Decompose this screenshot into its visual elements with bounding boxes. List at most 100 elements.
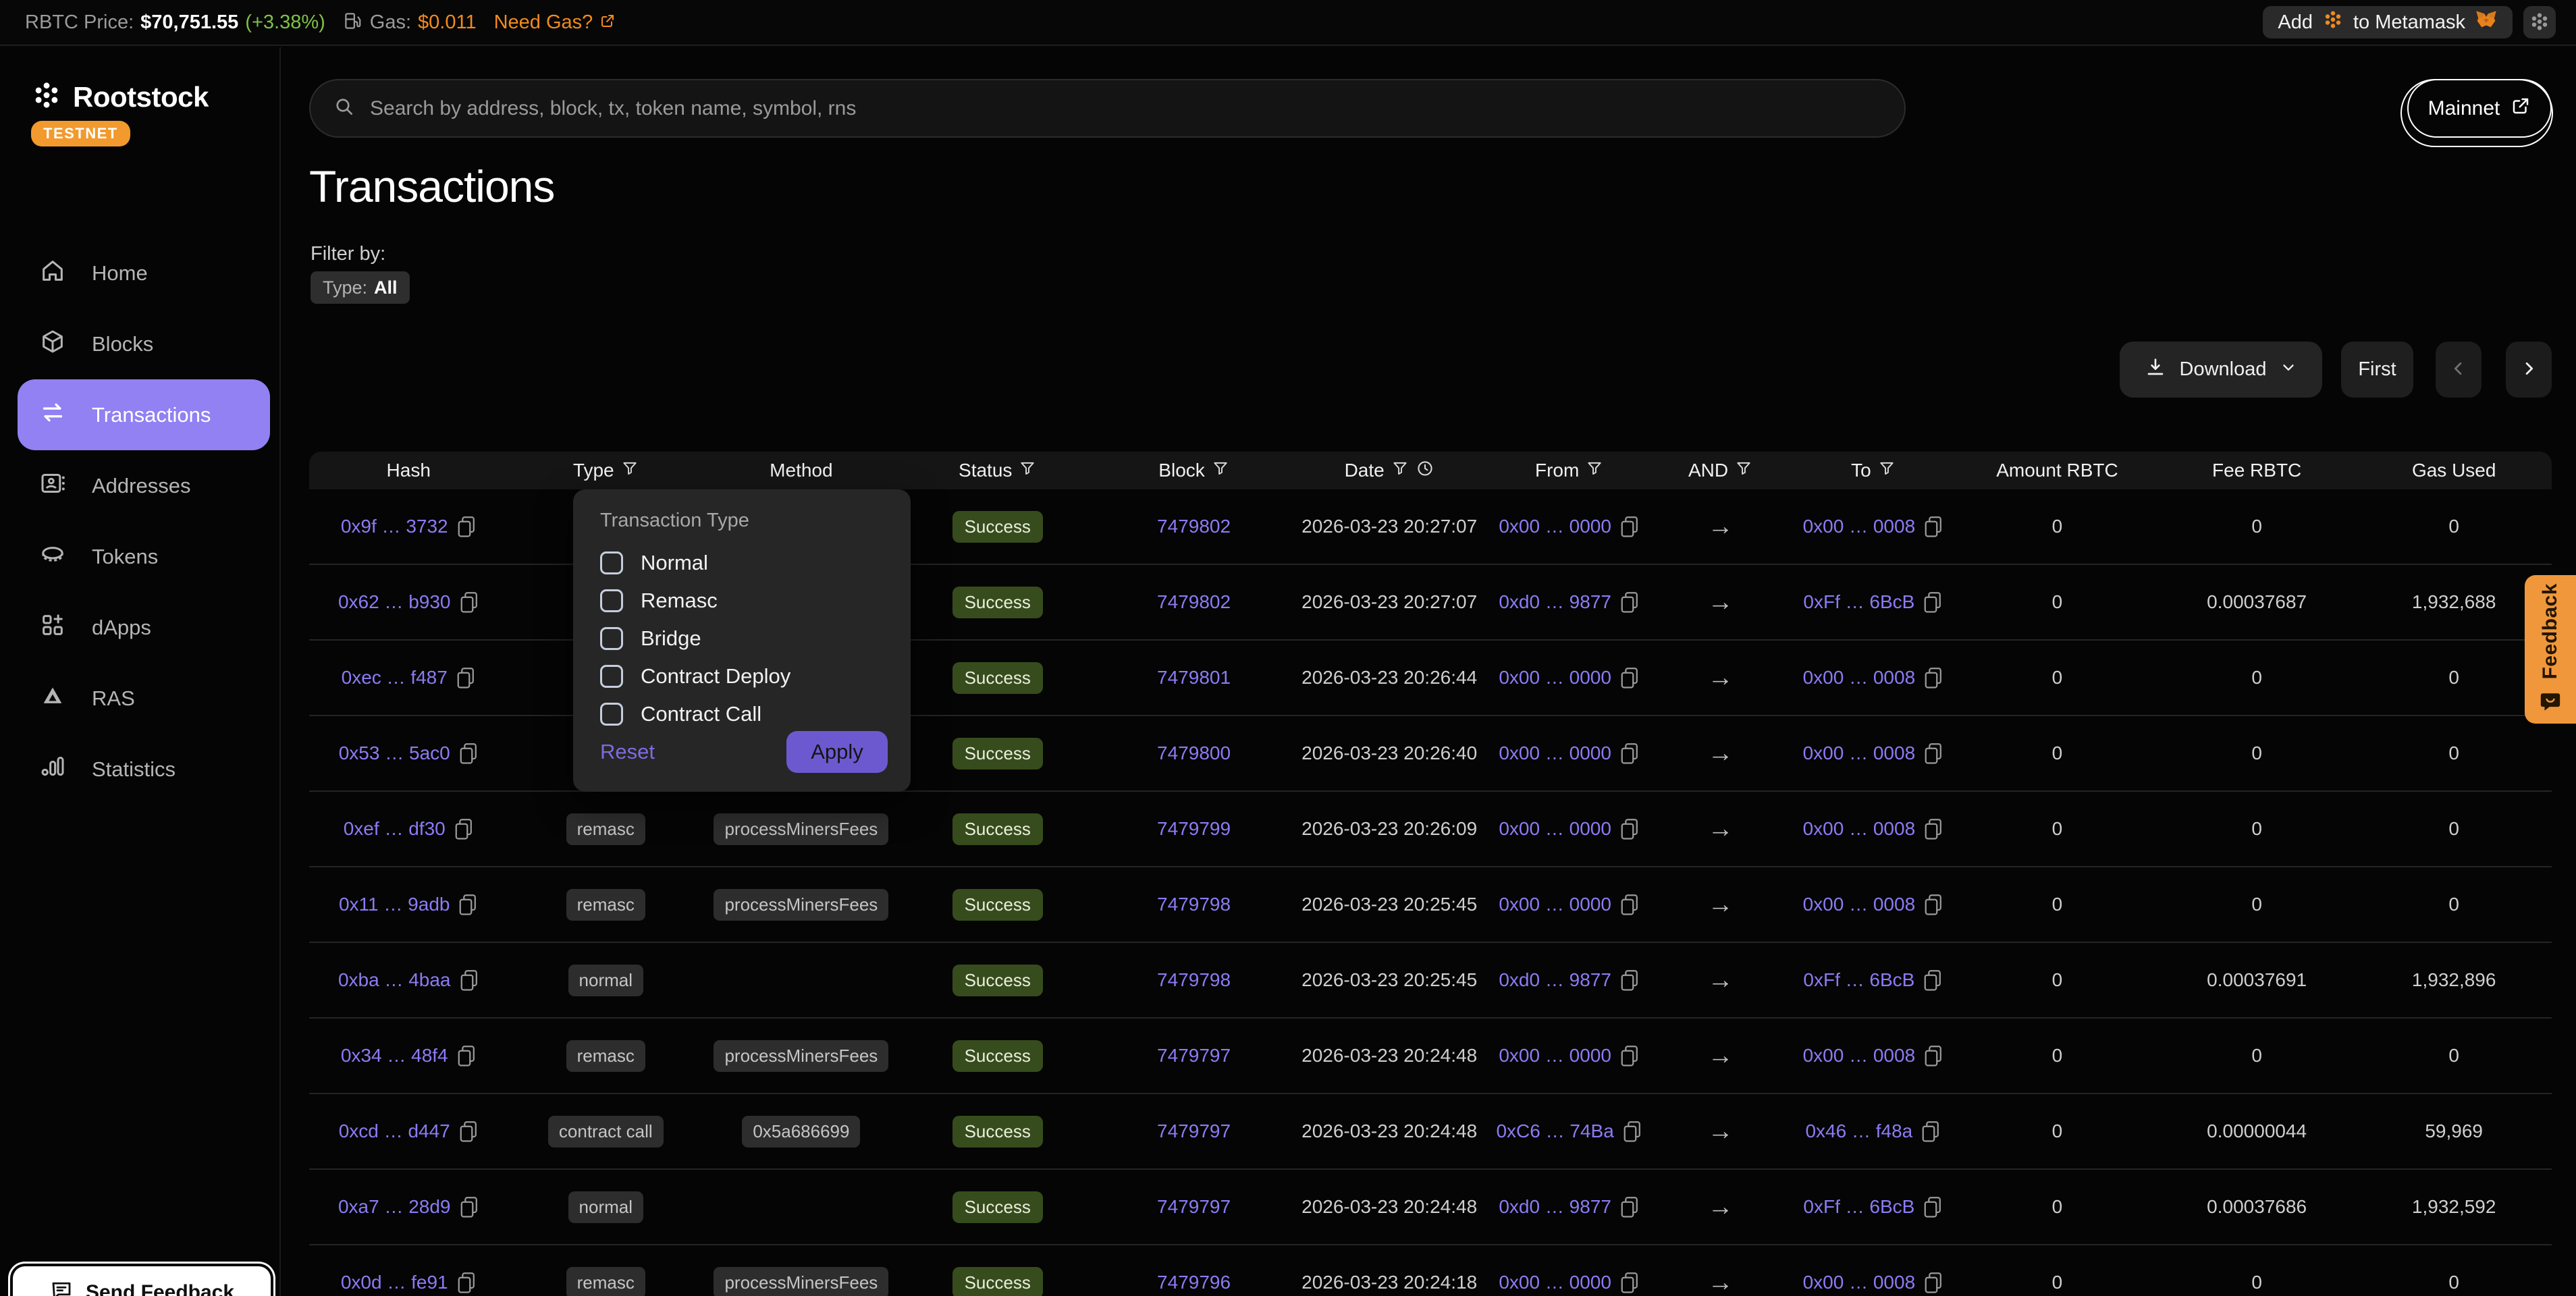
- copy-icon[interactable]: [1619, 667, 1640, 689]
- to-address-link[interactable]: 0xFf … 6BcB: [1803, 1196, 1914, 1218]
- sidebar-item-home[interactable]: Home: [0, 238, 281, 308]
- tx-hash-link[interactable]: 0x34 … 48f4: [341, 1045, 448, 1066]
- block-link[interactable]: 7479796: [1157, 1272, 1231, 1293]
- download-button[interactable]: Download: [2120, 342, 2322, 398]
- filter-option-remasc[interactable]: Remasc: [600, 582, 884, 620]
- from-address-link[interactable]: 0x00 … 0000: [1499, 516, 1611, 537]
- block-link[interactable]: 7479802: [1157, 516, 1231, 537]
- tx-hash-link[interactable]: 0xef … df30: [344, 818, 446, 840]
- block-link[interactable]: 7479799: [1157, 818, 1231, 840]
- filter-funnel-icon[interactable]: [1735, 460, 1752, 482]
- tx-hash-link[interactable]: 0x9f … 3732: [341, 516, 448, 537]
- add-to-metamask-button[interactable]: Add to Metamask: [2263, 6, 2513, 38]
- sidebar-item-dapps[interactable]: dApps: [0, 592, 281, 663]
- column-header-to[interactable]: To: [1790, 460, 1957, 482]
- clock-icon[interactable]: [1416, 459, 1434, 483]
- need-gas-link[interactable]: Need Gas?: [494, 11, 616, 34]
- filter-funnel-icon[interactable]: [1586, 460, 1603, 482]
- prev-page-button[interactable]: [2436, 342, 2481, 398]
- copy-icon[interactable]: [1923, 742, 1943, 765]
- copy-icon[interactable]: [1923, 1045, 1943, 1067]
- block-link[interactable]: 7479798: [1157, 969, 1231, 991]
- tx-hash-link[interactable]: 0x62 … b930: [338, 591, 451, 613]
- rootstock-widget-button[interactable]: [2523, 6, 2556, 38]
- copy-icon[interactable]: [1619, 742, 1640, 765]
- from-address-link[interactable]: 0xC6 … 74Ba: [1496, 1120, 1613, 1142]
- copy-icon[interactable]: [1619, 1196, 1640, 1218]
- from-address-link[interactable]: 0xd0 … 9877: [1499, 591, 1611, 613]
- copy-icon[interactable]: [1923, 591, 1943, 614]
- tx-hash-link[interactable]: 0x11 … 9adb: [339, 894, 450, 915]
- mainnet-switch-button[interactable]: Mainnet: [2407, 79, 2552, 138]
- block-link[interactable]: 7479798: [1157, 894, 1231, 915]
- first-page-button[interactable]: First: [2341, 342, 2413, 398]
- to-address-link[interactable]: 0x00 … 0008: [1803, 1272, 1916, 1293]
- from-address-link[interactable]: 0xd0 … 9877: [1499, 969, 1611, 991]
- sidebar-item-addresses[interactable]: Addresses: [0, 450, 281, 521]
- copy-icon[interactable]: [1923, 818, 1943, 840]
- sidebar-item-transactions[interactable]: Transactions: [0, 379, 281, 450]
- search-input[interactable]: [370, 97, 1881, 120]
- apply-button[interactable]: Apply: [786, 731, 888, 773]
- copy-icon[interactable]: [456, 1272, 477, 1294]
- column-header-block[interactable]: Block: [1096, 460, 1292, 482]
- copy-icon[interactable]: [456, 1045, 477, 1067]
- filter-funnel-icon[interactable]: [621, 460, 639, 482]
- checkbox-unchecked[interactable]: [600, 665, 623, 688]
- from-address-link[interactable]: 0xd0 … 9877: [1499, 1196, 1611, 1218]
- next-page-button[interactable]: [2506, 342, 2552, 398]
- column-header-and[interactable]: AND: [1651, 460, 1789, 482]
- sidebar-item-ras[interactable]: RAS: [0, 663, 281, 734]
- block-link[interactable]: 7479802: [1157, 591, 1231, 613]
- copy-icon[interactable]: [1923, 667, 1943, 689]
- brand[interactable]: Rootstock: [0, 47, 279, 114]
- copy-icon[interactable]: [459, 969, 479, 992]
- copy-icon[interactable]: [1921, 1120, 1941, 1143]
- from-address-link[interactable]: 0x00 … 0000: [1499, 818, 1611, 840]
- to-address-link[interactable]: 0x00 … 0008: [1803, 516, 1916, 537]
- filter-option-contract-call[interactable]: Contract Call: [600, 695, 884, 733]
- copy-icon[interactable]: [458, 742, 479, 765]
- from-address-link[interactable]: 0x00 … 0000: [1499, 894, 1611, 915]
- to-address-link[interactable]: 0xFf … 6BcB: [1803, 591, 1914, 613]
- checkbox-unchecked[interactable]: [600, 551, 623, 574]
- filter-funnel-icon[interactable]: [1212, 460, 1229, 482]
- copy-icon[interactable]: [1619, 969, 1640, 992]
- from-address-link[interactable]: 0x00 … 0000: [1499, 742, 1611, 764]
- copy-icon[interactable]: [1622, 1120, 1642, 1143]
- checkbox-unchecked[interactable]: [600, 627, 623, 650]
- copy-icon[interactable]: [456, 667, 476, 689]
- to-address-link[interactable]: 0x46 … f48a: [1805, 1120, 1912, 1142]
- filter-funnel-icon[interactable]: [1878, 460, 1896, 482]
- filter-option-bridge[interactable]: Bridge: [600, 620, 884, 657]
- copy-icon[interactable]: [458, 1120, 479, 1143]
- copy-icon[interactable]: [1619, 591, 1640, 614]
- copy-icon[interactable]: [1619, 516, 1640, 538]
- copy-icon[interactable]: [1619, 1045, 1640, 1067]
- sidebar-item-statistics[interactable]: Statistics: [0, 734, 281, 805]
- sidebar-item-tokens[interactable]: Tokens: [0, 521, 281, 592]
- type-filter-chip[interactable]: Type: All: [311, 271, 410, 304]
- column-header-type[interactable]: Type: [508, 460, 703, 482]
- filter-option-normal[interactable]: Normal: [600, 544, 884, 582]
- copy-icon[interactable]: [454, 818, 474, 840]
- column-header-status[interactable]: Status: [899, 460, 1096, 482]
- to-address-link[interactable]: 0x00 … 0008: [1803, 667, 1916, 688]
- copy-icon[interactable]: [1923, 969, 1943, 992]
- from-address-link[interactable]: 0x00 … 0000: [1499, 667, 1611, 688]
- copy-icon[interactable]: [456, 516, 477, 538]
- checkbox-unchecked[interactable]: [600, 703, 623, 726]
- to-address-link[interactable]: 0x00 … 0008: [1803, 894, 1916, 915]
- from-address-link[interactable]: 0x00 … 0000: [1499, 1272, 1611, 1293]
- feedback-tab[interactable]: Feedback: [2525, 575, 2576, 724]
- to-address-link[interactable]: 0x00 … 0008: [1803, 742, 1916, 764]
- copy-icon[interactable]: [1619, 894, 1640, 916]
- copy-icon[interactable]: [1923, 1272, 1943, 1294]
- tx-hash-link[interactable]: 0xba … 4baa: [338, 969, 451, 991]
- column-header-date[interactable]: Date: [1291, 459, 1487, 483]
- copy-icon[interactable]: [1619, 1272, 1640, 1294]
- copy-icon[interactable]: [1923, 1196, 1943, 1218]
- from-address-link[interactable]: 0x00 … 0000: [1499, 1045, 1611, 1066]
- reset-button[interactable]: Reset: [600, 740, 655, 764]
- tx-hash-link[interactable]: 0x53 … 5ac0: [339, 742, 450, 764]
